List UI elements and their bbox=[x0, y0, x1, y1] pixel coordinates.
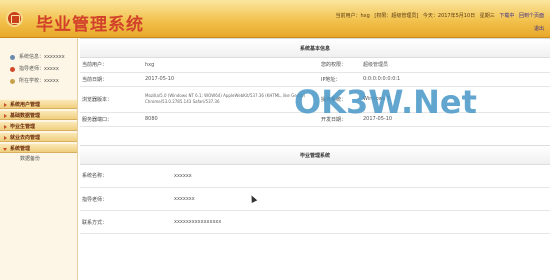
profile-label: 所在学校： bbox=[19, 78, 45, 84]
profile-label: 系统信息： bbox=[19, 54, 45, 60]
row-label: 指导老师： bbox=[80, 187, 172, 211]
row-label: 浏览器版本： bbox=[80, 86, 143, 113]
row-value: xxxxxxxxxxxxxxxx bbox=[172, 210, 550, 234]
user-icon bbox=[10, 54, 15, 60]
table-row: 当前用户： hxg 您的权限： 超级管理员 bbox=[80, 58, 550, 73]
header-bar: 毕业管理系统 当前用户：hxg [权限：超级管理员] 今天：2017年5月10日… bbox=[0, 0, 550, 38]
profile-value: xxxxx bbox=[44, 78, 59, 84]
profile-value: xxxxxxx bbox=[44, 54, 65, 60]
nav-sub-backup[interactable]: 数据备份 bbox=[0, 154, 77, 164]
nav-base-data[interactable]: 基础数据管理 bbox=[0, 110, 77, 120]
row-value: hxg bbox=[143, 58, 319, 73]
grad-info-table: 系统名称： xxxxxx 指导老师： xxxxxxx 联系方式： xxxxxxx… bbox=[80, 164, 550, 234]
user-info-bar: 当前用户：hxg [权限：超级管理员] 今天：2017年5月10日 星期三 下载… bbox=[329, 10, 544, 36]
profile-teacher: 指导老师： xxxxx bbox=[10, 63, 77, 75]
watermark-dot: . bbox=[400, 83, 414, 121]
profile-panel: 系统信息： xxxxxxx 指导老师： xxxxx 所在学校： xxxxx bbox=[0, 38, 77, 87]
table-row: 联系方式： xxxxxxxxxxxxxxxx bbox=[80, 210, 550, 234]
main-content: 系统基本信息 当前用户： hxg 您的权限： 超级管理员 当前日期： 2017-… bbox=[80, 38, 550, 280]
row-label: 当前用户： bbox=[80, 58, 143, 73]
row-label: 当前日期： bbox=[80, 72, 143, 87]
row-value: 8080 bbox=[143, 112, 319, 127]
table-row: 系统名称： xxxxxx bbox=[80, 164, 550, 188]
home-link[interactable]: 回到个页面 bbox=[519, 13, 544, 19]
profile-label: 指导老师： bbox=[19, 66, 45, 72]
sidebar: 系统信息： xxxxxxx 指导老师： xxxxx 所在学校： xxxxx 系统… bbox=[0, 38, 78, 280]
row-value: Mozilla/5.0 (Windows NT 6.1; WOW64) Appl… bbox=[143, 86, 319, 113]
school-icon bbox=[10, 78, 15, 84]
nav-system-admin[interactable]: 系统管理 bbox=[0, 143, 77, 153]
sys-info-heading: 系统基本信息 bbox=[80, 38, 550, 58]
nav-employment[interactable]: 就业去向管理 bbox=[0, 132, 77, 142]
current-user-label: 当前用户： bbox=[335, 13, 361, 19]
sidebar-nav: 系统用户管理 基础数据管理 毕业生管理 就业去向管理 系统管理 数据备份 bbox=[0, 99, 77, 164]
row-value: 超级管理员 bbox=[361, 58, 550, 73]
row-label: 您的权限： bbox=[319, 58, 361, 73]
row-value: xxxxxxx bbox=[172, 187, 550, 211]
grad-info-heading: 毕业管理系统 bbox=[80, 144, 550, 165]
date-label: 今天： bbox=[422, 13, 438, 19]
teacher-icon bbox=[10, 66, 15, 72]
row-value: xxxxxx bbox=[172, 164, 550, 188]
table-row: 指导老师： xxxxxxx bbox=[80, 187, 550, 211]
weekday: 星期三 bbox=[479, 13, 495, 19]
profile-value: xxxxx bbox=[44, 66, 59, 72]
exit-link[interactable]: 退出 bbox=[534, 26, 544, 32]
row-label: 联系方式： bbox=[80, 210, 172, 234]
nav-graduates[interactable]: 毕业生管理 bbox=[0, 121, 77, 131]
row-label: 服务器端口： bbox=[80, 112, 143, 127]
watermark-text: OK3W bbox=[294, 83, 401, 121]
row-label: 系统名称： bbox=[80, 164, 172, 188]
profile-system: 系统信息： xxxxxxx bbox=[10, 51, 77, 63]
nav-system-users[interactable]: 系统用户管理 bbox=[0, 99, 77, 109]
watermark: OK3W.Net bbox=[294, 83, 477, 121]
user-role: [权限：超级管理员] bbox=[374, 13, 419, 19]
logo-icon bbox=[6, 10, 23, 27]
profile-school: 所在学校： xxxxx bbox=[10, 75, 77, 87]
current-user: hxg bbox=[360, 13, 370, 19]
current-date: 2017年5月10日 bbox=[437, 13, 476, 19]
logout-link[interactable]: 下载中 bbox=[499, 13, 514, 19]
app-title: 毕业管理系统 bbox=[36, 15, 144, 35]
watermark-text: Net bbox=[413, 83, 477, 121]
row-value: 2017-05-10 bbox=[143, 72, 319, 87]
